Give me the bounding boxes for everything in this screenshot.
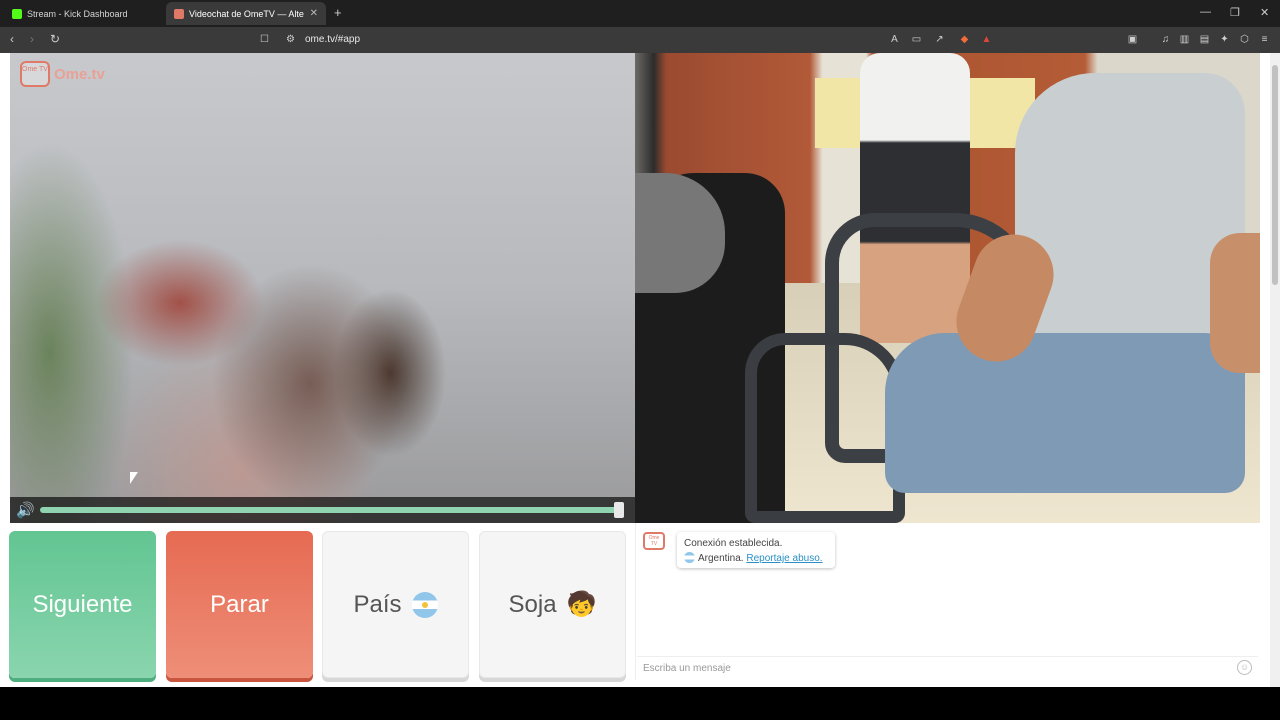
volume-control: 🔊 [10,497,635,523]
boy-icon: 🧒 [566,591,597,618]
jeans [885,333,1245,493]
bookmark-icon[interactable]: ☐ [258,33,271,46]
close-tab-icon[interactable]: ✕ [310,8,318,19]
kick-favicon-icon [12,8,22,19]
url-field[interactable]: ome.tv/#app [305,34,360,45]
country-text: Argentina. [698,553,744,564]
next-label: Siguiente [32,590,133,618]
gender-button[interactable]: Soja 🧒 [479,531,626,678]
ometv-favicon-icon [174,8,184,19]
menu-icon[interactable]: ≡ [1258,33,1271,46]
message-input[interactable]: Escriba un mensaje [637,656,1258,680]
argentina-flag-icon [684,552,695,563]
speaker-icon[interactable]: 🔊 [16,501,35,519]
logo-text: Ome.tv [54,65,105,83]
argentina-flag-icon [411,591,438,618]
media-icon[interactable]: ♫ [1159,33,1172,46]
close-window-icon[interactable]: ✕ [1260,6,1269,19]
reload-icon[interactable]: ↻ [50,32,60,46]
emoji-icon[interactable]: ☺ [1237,660,1252,675]
message-line1: Conexión establecida. [684,538,783,549]
new-tab-icon[interactable]: + [334,5,342,20]
rewards-icon[interactable]: ▲ [980,33,993,46]
mouse-cursor-icon [130,472,138,484]
tab-kick-dashboard[interactable]: Stream - Kick Dashboard [4,2,162,25]
logo-badge: Ome TV [20,61,50,87]
tab-ometv[interactable]: Videochat de OmeTV — Alte ✕ [166,2,326,25]
address-bar: ‹ › ↻ ☐ ⚙ ome.tv/#app A ▭ ↗ ◆ ▲ ▣ ♫ ▥ ▤ … [0,27,1280,53]
tab-title: Videochat de OmeTV — Alte [189,8,304,19]
report-abuse-link[interactable]: Reportaje abuso. [746,553,822,564]
leo-icon[interactable]: ✦ [1218,33,1231,46]
sidebar-icon[interactable]: ▥ [1178,33,1191,46]
stop-button[interactable]: Parar [166,531,313,678]
scrollbar[interactable] [1270,53,1280,687]
face [1210,233,1260,373]
gender-label: Soja [508,590,557,618]
site-settings-icon[interactable]: ⚙ [284,33,297,46]
maximize-icon[interactable]: ❐ [1230,6,1240,19]
brave-shield-icon[interactable]: ◆ [958,33,971,46]
cast-icon[interactable]: ▭ [910,33,923,46]
forward-icon[interactable]: › [30,32,34,46]
remote-video [635,53,1260,523]
wallet-icon[interactable]: ▤ [1198,33,1211,46]
back-icon[interactable]: ‹ [10,32,14,46]
volume-slider[interactable] [40,507,620,513]
tab-title: Stream - Kick Dashboard [27,8,128,19]
country-label: País [353,590,402,618]
ometv-logo-icon: Ome TV [643,532,665,550]
local-video [10,53,635,523]
minimize-icon[interactable]: — [1200,6,1211,18]
chair [745,333,905,523]
scrollbar-thumb[interactable] [1272,65,1278,285]
vpn-icon[interactable]: ⬡ [1238,33,1251,46]
country-button[interactable]: País [322,531,469,678]
stop-label: Parar [210,590,269,618]
next-button[interactable]: Siguiente [9,531,156,678]
translate-icon[interactable]: A [888,33,901,46]
system-message: Conexión establecida. Argentina. Reporta… [677,532,835,568]
ometv-logo: Ome TV Ome.tv [20,61,105,87]
volume-handle[interactable] [614,502,624,518]
share-icon[interactable]: ↗ [933,33,946,46]
message-line2: Argentina. Reportaje abuso. [684,551,828,566]
screenshot-icon[interactable]: ▣ [1126,33,1139,46]
tab-bar: Stream - Kick Dashboard Videochat de Ome… [0,0,1280,27]
